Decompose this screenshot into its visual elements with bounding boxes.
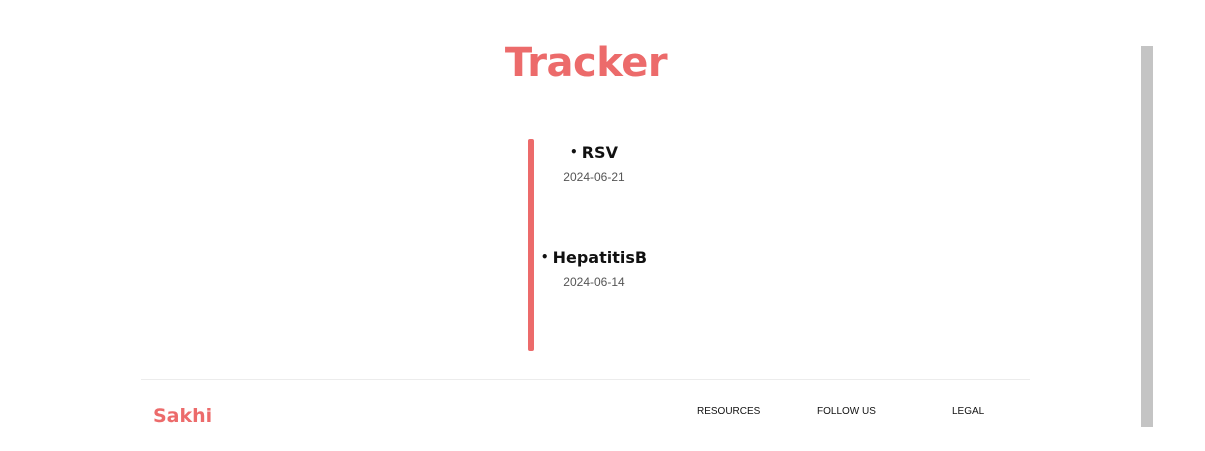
tracker-page: Tracker • RSV 2024-06-21 • HepatitisB 2024… [0,0,1205,451]
timeline-item: • HepatitisB 2024-06-14 [534,248,654,289]
vaccine-name: • HepatitisB [534,248,654,267]
footer-brand-logo[interactable]: Sakhi [153,405,212,427]
bullet-icon: • [570,145,578,159]
footer-link-resources[interactable]: RESOURCES [697,406,760,417]
vaccine-name-label: RSV [581,143,618,162]
footer-link-legal[interactable]: LEGAL [952,406,984,417]
scrollbar[interactable] [1141,46,1153,427]
vaccine-date: 2024-06-14 [563,275,625,289]
footer-divider [141,379,1030,380]
footer-link-follow-us[interactable]: FOLLOW US [817,406,876,417]
vaccine-name-label: HepatitisB [552,248,648,267]
vaccine-name: • RSV [534,143,654,162]
timeline-item: • RSV 2024-06-21 [534,143,654,184]
page-title: Tracker [504,40,668,86]
vaccine-date: 2024-06-21 [563,170,625,184]
bullet-icon: • [540,250,549,264]
